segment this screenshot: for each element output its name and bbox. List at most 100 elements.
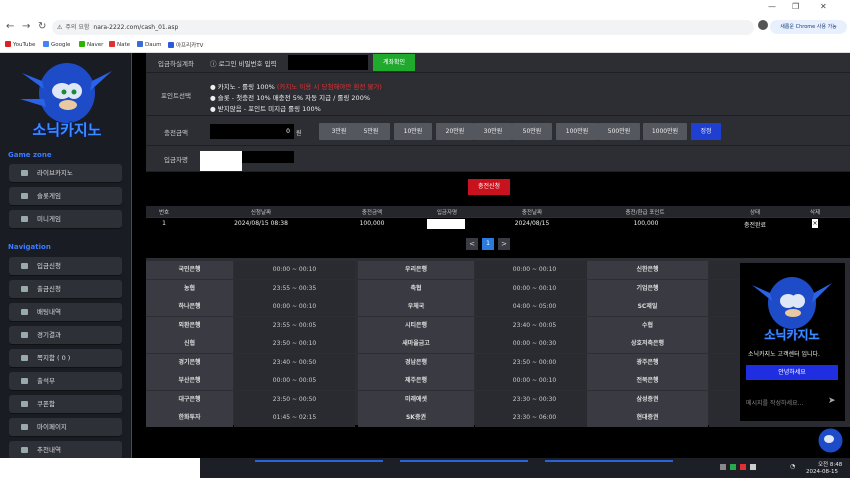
sidebar-item-results[interactable]: 경기결과 [9, 326, 122, 344]
col-charge-date: 충전날짜 [521, 210, 543, 216]
amount-1000man-button[interactable]: 1000만원 [643, 123, 687, 140]
sidebar-item-slot[interactable]: 슬롯게임 [9, 187, 122, 205]
chat-launcher-icon[interactable] [817, 427, 844, 454]
game-zone-title: Game zone [8, 151, 52, 159]
bank-hours: 00:00 ~ 00:30 [475, 335, 594, 353]
bank-hours: 00:00 ~ 00:10 [234, 261, 355, 279]
bookmark-afreecatv[interactable]: 아프리카TV [168, 41, 203, 49]
send-icon[interactable]: ➤ [828, 396, 836, 406]
bank-name: 부산은행 [146, 372, 233, 390]
sidebar-item-messages[interactable]: 쪽지함 ( 0 ) [9, 349, 122, 367]
depositor-input[interactable] [242, 151, 294, 163]
bookmark-daum[interactable]: Daum [137, 41, 161, 48]
sidebar: 소닉카지노 Game zone 라이브카지노 슬롯게임 미니게임 Navigat… [0, 53, 132, 459]
bank-name: 제주은행 [358, 372, 474, 390]
sidebar-item-attendance[interactable]: 출석부 [9, 372, 122, 390]
next-page-button[interactable]: > [498, 238, 510, 250]
reset-button[interactable]: 정정 [691, 123, 721, 140]
amount-5man-button[interactable]: 5만원 [352, 123, 390, 140]
bookmark-google[interactable]: Google [43, 41, 70, 48]
tray-icon[interactable] [750, 464, 756, 470]
sidebar-item-deposit[interactable]: 입금신청 [9, 257, 122, 275]
bank-name: 전북은행 [587, 372, 708, 390]
chat-title: 소닉카지노 고객센터 입니다. [748, 351, 820, 358]
point-option-casino[interactable]: ● 카지노 - 롤링 100% (카지노 이용 시 당첨해야만 환전 불가) [210, 81, 382, 91]
youtube-icon [5, 41, 11, 47]
bank-hours: 23:50 ~ 00:00 [475, 353, 594, 372]
col-depositor: 입금자명 [436, 210, 458, 216]
sidebar-item-mini-game[interactable]: 미니게임 [9, 210, 122, 228]
password-input[interactable] [288, 55, 368, 70]
clock-time[interactable]: 오전 8:48 [818, 460, 842, 468]
bank-name: 새마을금고 [358, 335, 474, 353]
chrome-update-button[interactable]: 새롭운 Chrome 사용 가능 [770, 20, 847, 34]
url-text: nara-2222.com/cash_01.asp [93, 24, 179, 31]
radio-icon: ● [210, 94, 218, 102]
minimize-icon[interactable]: — [768, 2, 776, 11]
sidebar-item-withdraw[interactable]: 출금신청 [9, 280, 122, 298]
tray-icon[interactable] [740, 464, 746, 470]
delete-button[interactable]: × [812, 219, 818, 228]
sidebar-item-referrals[interactable]: 추천내역 [9, 441, 122, 459]
afreecatv-icon [168, 42, 174, 48]
sidebar-item-coupons[interactable]: 쿠폰함 [9, 395, 122, 413]
browser-toolbar: ← → ↻ ⚠ 주의 요함 nara-2222.com/cash_01.asp 새롭… [0, 17, 850, 38]
submit-deposit-button[interactable]: 충전신청 [468, 179, 510, 195]
amount-100man-button[interactable]: 100만원 [556, 123, 598, 140]
bookmark-nate[interactable]: Nate [109, 41, 130, 48]
back-icon[interactable]: ← [6, 21, 14, 32]
tray-icon[interactable] [720, 464, 726, 470]
bank-name: 하나은행 [146, 298, 233, 316]
clock-date[interactable]: 2024-08-15 [806, 469, 838, 475]
bookmark-youtube[interactable]: YouTube [5, 41, 35, 48]
close-window-icon[interactable]: ✕ [820, 2, 827, 11]
current-page-button[interactable]: 1 [482, 238, 494, 250]
info-icon: ⓘ [210, 60, 219, 68]
amount-input[interactable]: 0 [210, 124, 294, 139]
game-icon [21, 216, 28, 222]
avatar[interactable] [758, 20, 768, 30]
amount-50man-button[interactable]: 50만원 [512, 123, 552, 140]
address-bar[interactable]: ⚠ 주의 요함 nara-2222.com/cash_01.asp [52, 20, 754, 35]
check-account-button[interactable]: 계좌확인 [373, 54, 415, 71]
point-option-slot[interactable]: ● 슬롯 - 첫충전 10% 매충전 5% 자동 지급 / 롤링 200% [210, 92, 370, 102]
amount-10man-button[interactable]: 10만원 [394, 123, 432, 140]
col-amount: 충전금액 [361, 210, 383, 216]
bank-name: 시티은행 [358, 316, 474, 335]
bank-name: 미래에셋 [358, 390, 474, 409]
account-row: 입금하실계좌 ⓘ 로그인 비밀번호 입력 계좌확인 [146, 53, 850, 73]
casino-logo[interactable]: 소닉카지노 [12, 59, 122, 143]
casino-icon [21, 170, 28, 176]
depositor-label: 입금자명 [164, 156, 188, 164]
amount-unit: 원 [296, 130, 302, 137]
bank-name: 수협 [587, 316, 708, 335]
radio-icon: ● [210, 105, 218, 113]
reload-icon[interactable]: ↻ [38, 21, 46, 32]
chat-input[interactable]: 메시지를 작성하세요... [746, 398, 803, 407]
bank-name: 삼성증권 [587, 390, 708, 409]
referral-icon [21, 447, 28, 453]
account-label: 입금하실계좌 [158, 60, 194, 68]
restore-icon[interactable]: ❐ [792, 2, 799, 11]
prev-page-button[interactable]: < [466, 238, 478, 250]
amount-30man-button[interactable]: 30만원 [474, 123, 512, 140]
bookmarks-bar: YouTube Google Naver Nate Daum 아프리카TV [0, 38, 850, 53]
bank-hours: 23:55 ~ 00:05 [234, 316, 355, 335]
sidebar-item-mypage[interactable]: 마이페이지 [9, 418, 122, 436]
forward-icon[interactable]: → [22, 21, 30, 32]
sidebar-item-live-casino[interactable]: 라이브카지노 [9, 164, 122, 182]
tray-icon[interactable] [730, 464, 736, 470]
sidebar-item-bet-history[interactable]: 배팅내역 [9, 303, 122, 321]
bank-name: 우체국 [358, 298, 474, 316]
greet-button[interactable]: 안녕하세요 [746, 365, 838, 380]
mail-icon [21, 355, 28, 361]
bank-hours: 00:00 ~ 00:10 [234, 298, 355, 316]
wifi-icon[interactable]: ◔ [790, 463, 795, 470]
amount-20man-button[interactable]: 20만원 [436, 123, 474, 140]
bookmark-naver[interactable]: Naver [79, 41, 103, 48]
taskbar-app-indicator [545, 460, 673, 462]
point-option-none[interactable]: ● 받지않음 - 포인트 미지급 롤링 100% [210, 103, 321, 113]
amount-500man-button[interactable]: 500만원 [598, 123, 640, 140]
submit-area: 충전신청 [146, 172, 850, 207]
bank-name: 축협 [358, 279, 474, 298]
